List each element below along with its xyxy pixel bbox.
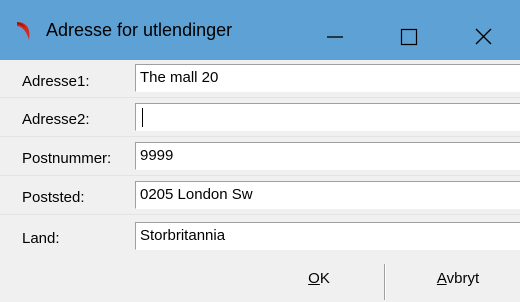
postnummer-label: Postnummer:	[22, 150, 112, 167]
row-divider	[0, 97, 520, 98]
maximize-icon	[400, 28, 418, 46]
text-caret	[142, 108, 143, 127]
window-title: Adresse for utlendinger	[46, 20, 233, 40]
app-icon	[14, 20, 34, 42]
row-divider	[0, 175, 520, 176]
postnummer-field[interactable]: 9999	[135, 142, 520, 170]
cancel-button[interactable]: Avbryt	[396, 262, 520, 302]
minimize-icon	[327, 36, 343, 38]
cancel-mnemonic: A	[436, 270, 447, 287]
adresse1-field[interactable]: The mall 20	[135, 64, 520, 92]
ok-mnemonic: O	[308, 270, 320, 287]
minimize-button[interactable]	[298, 0, 372, 60]
ok-button[interactable]: OK	[257, 262, 381, 302]
title-bar[interactable]: Adresse for utlendinger	[0, 0, 520, 60]
adresse2-label: Adresse2:	[22, 111, 90, 128]
adresse1-label: Adresse1:	[22, 73, 90, 90]
ok-label-rest: K	[319, 270, 330, 287]
button-divider-highlight	[385, 264, 386, 300]
close-icon	[475, 28, 492, 45]
land-label: Land:	[22, 230, 60, 247]
maximize-button[interactable]	[372, 0, 446, 60]
cancel-label-rest: vbryt	[446, 270, 480, 287]
close-button[interactable]	[446, 0, 520, 60]
land-field[interactable]: Storbritannia	[135, 222, 520, 250]
poststed-label: Poststed:	[22, 189, 85, 206]
dialog-window: Adresse for utlendinger Adresse1: The ma…	[0, 0, 520, 302]
adresse2-field[interactable]	[135, 103, 520, 131]
row-divider	[0, 214, 520, 215]
poststed-field[interactable]: 0205 London Sw	[135, 181, 520, 209]
row-divider	[0, 136, 520, 137]
